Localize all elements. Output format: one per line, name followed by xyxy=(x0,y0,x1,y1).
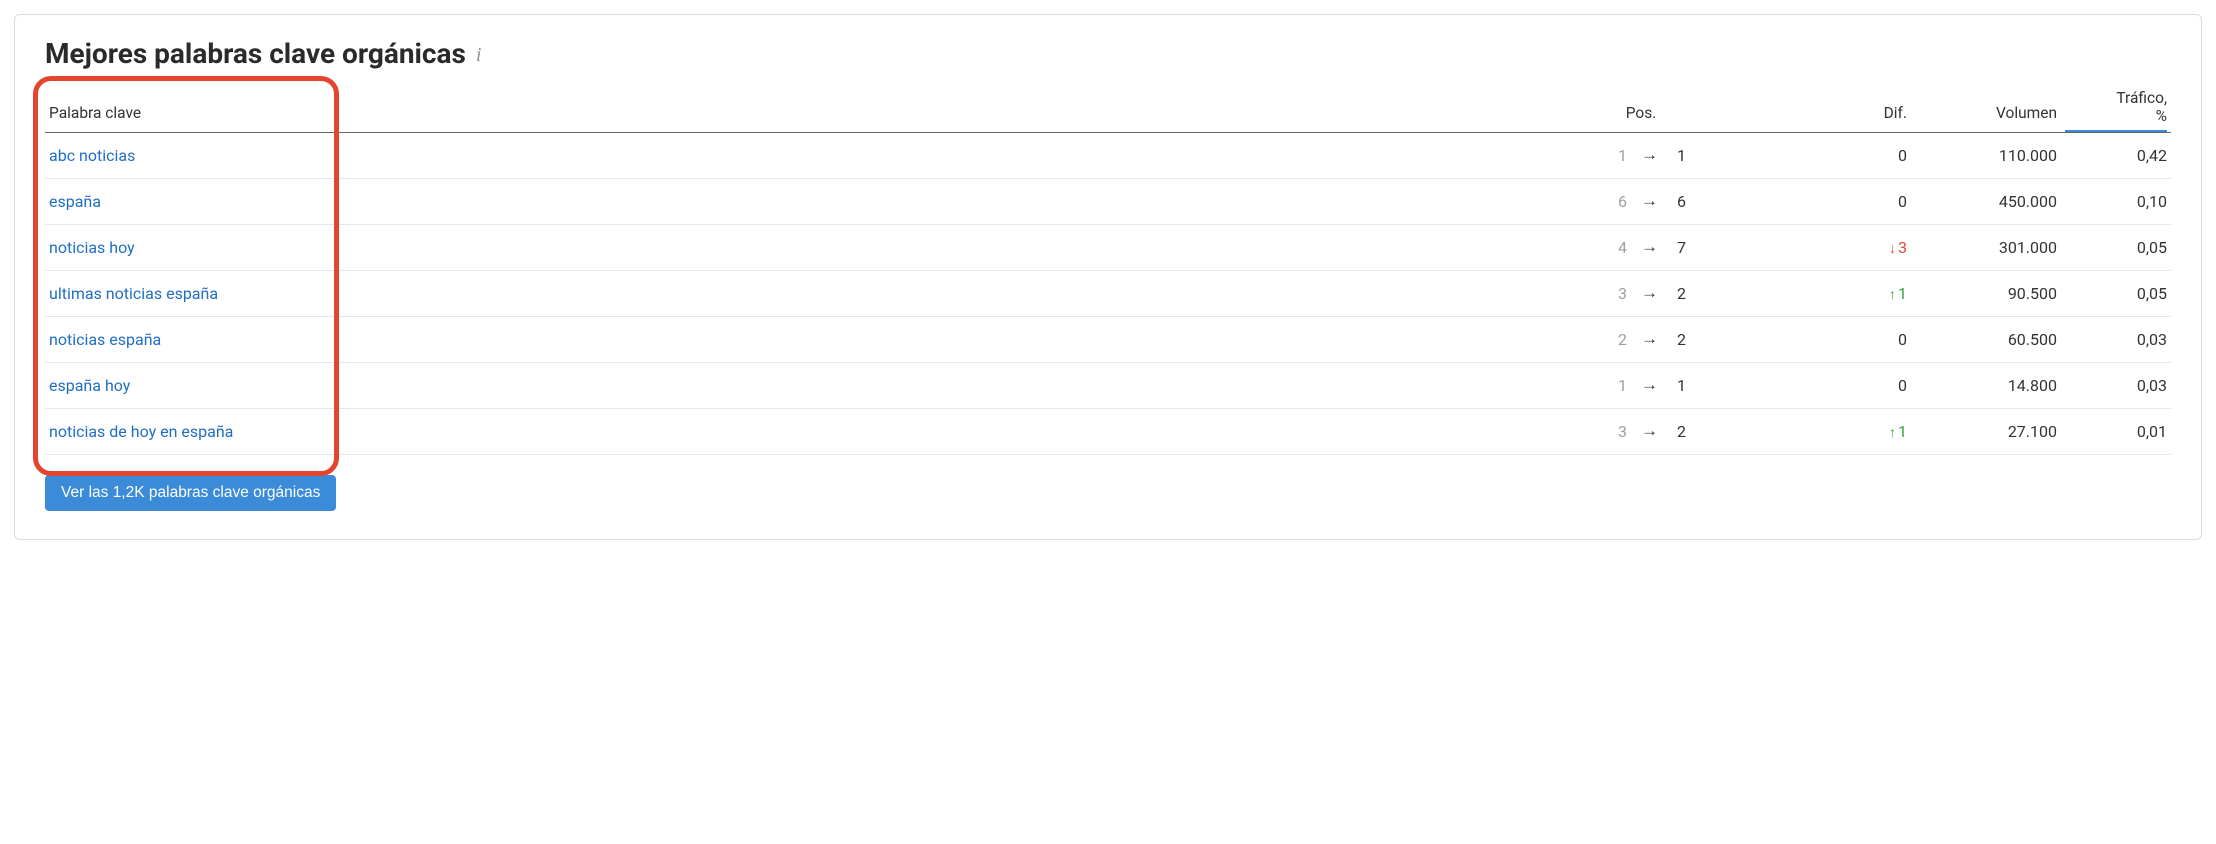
cell-position: 1 → 1 xyxy=(1531,362,1751,408)
cell-volume: 90.500 xyxy=(1911,270,2061,316)
diff-value: 0 xyxy=(1898,330,1907,349)
table-row: abc noticias 1 → 1 0110.0000,42 xyxy=(45,132,2171,178)
col-header-position[interactable]: Pos. xyxy=(1531,84,1751,132)
position-current: 2 xyxy=(1672,422,1686,441)
diff-value: 3 xyxy=(1898,238,1907,257)
col-header-traffic[interactable]: Tráfico, % xyxy=(2061,84,2171,132)
cell-keyword: ultimas noticias españa xyxy=(45,270,1531,316)
position-current: 1 xyxy=(1672,376,1686,395)
position-previous: 6 xyxy=(1613,192,1627,211)
traffic-label-line2: % xyxy=(2156,107,2167,125)
table-header-row: Palabra clave Pos. Dif. Volumen Tráfico,… xyxy=(45,84,2171,132)
keyword-link[interactable]: noticias hoy xyxy=(49,238,135,257)
diff-value: 1 xyxy=(1898,284,1907,303)
position-previous: 3 xyxy=(1613,422,1627,441)
arrow-right-icon: → xyxy=(1641,285,1658,302)
arrow-right-icon: → xyxy=(1641,377,1658,394)
cell-traffic: 0,05 xyxy=(2061,224,2171,270)
traffic-label-line1: Tráfico, xyxy=(2116,89,2167,107)
cell-keyword: españa hoy xyxy=(45,362,1531,408)
position-previous: 2 xyxy=(1613,330,1627,349)
cell-keyword: noticias españa xyxy=(45,316,1531,362)
view-all-keywords-button[interactable]: Ver las 1,2K palabras clave orgánicas xyxy=(45,475,336,511)
cell-position: 4 → 7 xyxy=(1531,224,1751,270)
card-title: Mejores palabras clave orgánicas xyxy=(45,37,466,70)
cell-diff: 0 xyxy=(1751,132,1911,178)
position-current: 2 xyxy=(1672,330,1686,349)
cell-diff: ↑1 xyxy=(1751,408,1911,454)
cell-position: 3 → 2 xyxy=(1531,270,1751,316)
cell-volume: 60.500 xyxy=(1911,316,2061,362)
cell-diff: ↑1 xyxy=(1751,270,1911,316)
keyword-link[interactable]: noticias de hoy en españa xyxy=(49,422,233,441)
arrow-right-icon: → xyxy=(1641,147,1658,164)
position-previous: 3 xyxy=(1613,284,1627,303)
arrow-right-icon: → xyxy=(1641,423,1658,440)
cell-volume: 110.000 xyxy=(1911,132,2061,178)
keyword-link[interactable]: noticias españa xyxy=(49,330,161,349)
col-header-volume[interactable]: Volumen xyxy=(1911,84,2061,132)
cell-traffic: 0,05 xyxy=(2061,270,2171,316)
keyword-link[interactable]: abc noticias xyxy=(49,146,135,165)
keyword-link[interactable]: ultimas noticias españa xyxy=(49,284,218,303)
cell-keyword: noticias hoy xyxy=(45,224,1531,270)
diff-value: 0 xyxy=(1898,192,1907,211)
cell-position: 1 → 1 xyxy=(1531,132,1751,178)
table-row: noticias de hoy en españa 3 → 2 ↑127.1000,01 xyxy=(45,408,2171,454)
info-icon[interactable]: i xyxy=(476,43,482,65)
keyword-link[interactable]: españa xyxy=(49,192,101,211)
cell-position: 2 → 2 xyxy=(1531,316,1751,362)
cell-volume: 27.100 xyxy=(1911,408,2061,454)
cell-diff: 0 xyxy=(1751,316,1911,362)
col-header-keyword[interactable]: Palabra clave xyxy=(45,84,1531,132)
cell-traffic: 0,10 xyxy=(2061,178,2171,224)
arrow-right-icon: → xyxy=(1641,193,1658,210)
col-header-diff[interactable]: Dif. xyxy=(1751,84,1911,132)
diff-value: 0 xyxy=(1898,376,1907,395)
table-row: ultimas noticias españa 3 → 2 ↑190.5000,05 xyxy=(45,270,2171,316)
cell-traffic: 0,03 xyxy=(2061,362,2171,408)
arrow-right-icon: → xyxy=(1641,331,1658,348)
arrow-right-icon: → xyxy=(1641,239,1658,256)
cell-position: 3 → 2 xyxy=(1531,408,1751,454)
diff-value: 1 xyxy=(1898,422,1907,441)
diff-value: 0 xyxy=(1898,146,1907,165)
keywords-table: Palabra clave Pos. Dif. Volumen Tráfico,… xyxy=(45,84,2171,455)
cell-diff: 0 xyxy=(1751,362,1911,408)
cell-keyword: noticias de hoy en españa xyxy=(45,408,1531,454)
table-row: noticias españa 2 → 2 060.5000,03 xyxy=(45,316,2171,362)
cell-volume: 14.800 xyxy=(1911,362,2061,408)
cell-volume: 301.000 xyxy=(1911,224,2061,270)
arrow-down-icon: ↓ xyxy=(1889,241,1896,257)
position-previous: 1 xyxy=(1613,376,1627,395)
arrow-up-icon: ↑ xyxy=(1889,425,1896,441)
cell-traffic: 0,42 xyxy=(2061,132,2171,178)
cell-keyword: abc noticias xyxy=(45,132,1531,178)
cell-traffic: 0,01 xyxy=(2061,408,2171,454)
card-header: Mejores palabras clave orgánicas i xyxy=(45,37,2171,70)
table-row: españa hoy 1 → 1 014.8000,03 xyxy=(45,362,2171,408)
cell-diff: 0 xyxy=(1751,178,1911,224)
position-current: 6 xyxy=(1672,192,1686,211)
position-current: 2 xyxy=(1672,284,1686,303)
position-previous: 1 xyxy=(1613,146,1627,165)
table-row: noticias hoy 4 → 7 ↓3301.0000,05 xyxy=(45,224,2171,270)
cell-volume: 450.000 xyxy=(1911,178,2061,224)
cell-keyword: españa xyxy=(45,178,1531,224)
keyword-link[interactable]: españa hoy xyxy=(49,376,130,395)
cell-position: 6 → 6 xyxy=(1531,178,1751,224)
cell-traffic: 0,03 xyxy=(2061,316,2171,362)
position-current: 1 xyxy=(1672,146,1686,165)
cell-diff: ↓3 xyxy=(1751,224,1911,270)
position-current: 7 xyxy=(1672,238,1686,257)
arrow-up-icon: ↑ xyxy=(1889,287,1896,303)
position-previous: 4 xyxy=(1613,238,1627,257)
best-organic-keywords-card: Mejores palabras clave orgánicas i Palab… xyxy=(14,14,2202,540)
table-row: españa 6 → 6 0450.0000,10 xyxy=(45,178,2171,224)
